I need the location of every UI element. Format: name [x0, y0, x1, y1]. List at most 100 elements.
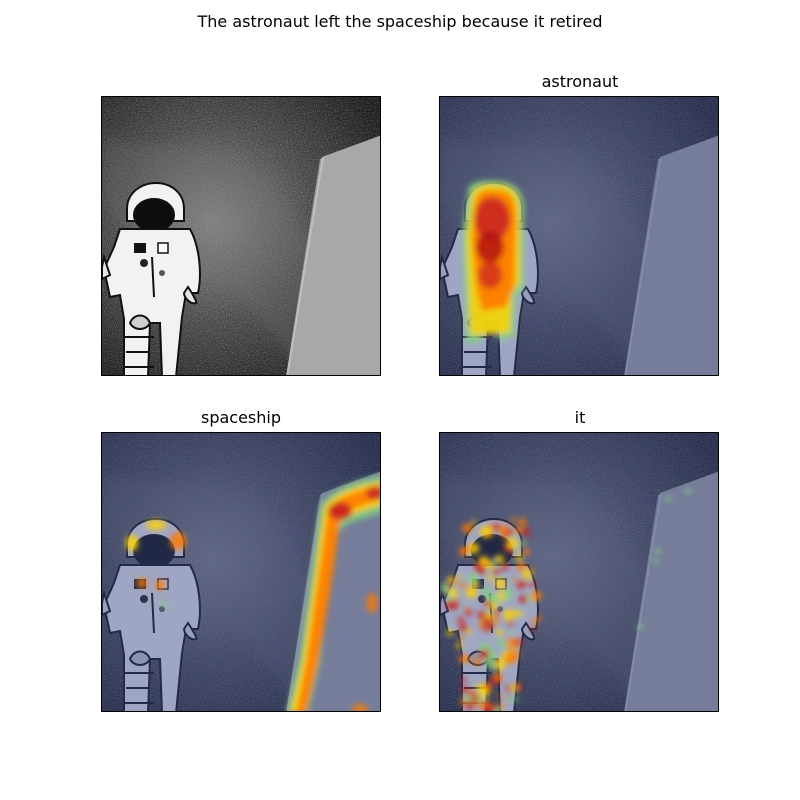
spaceship-heatmap	[102, 433, 380, 711]
attention-speck	[462, 523, 473, 534]
attention-speck	[515, 526, 523, 534]
attention-speck	[491, 558, 497, 564]
figure-title: The astronaut left the spaceship because…	[197, 12, 603, 31]
attention-speck	[460, 686, 469, 695]
attention-speck	[446, 576, 454, 583]
panel-title-it: it	[574, 408, 586, 427]
attention-speck	[505, 652, 517, 665]
attention-speck	[502, 588, 513, 599]
attention-speck	[496, 639, 504, 647]
attention-speck	[516, 582, 523, 589]
attention-speck	[653, 558, 659, 564]
attention-speck	[494, 658, 506, 670]
attention-speck	[518, 594, 528, 604]
attention-speck	[685, 488, 691, 494]
attention-speck	[457, 574, 462, 579]
attention-speck	[529, 581, 536, 588]
attention-speck	[505, 685, 512, 692]
attention-speck	[513, 577, 518, 582]
attention-speck	[480, 689, 489, 698]
attention-speck	[497, 694, 502, 699]
attention-speck	[458, 636, 464, 642]
attention-speck	[494, 554, 504, 564]
attention-speck	[465, 609, 473, 617]
attention-speck	[509, 549, 514, 554]
attention-speck	[485, 684, 491, 690]
attention-speck	[487, 574, 494, 581]
attention-speck	[503, 609, 515, 621]
attention-speck	[492, 523, 501, 532]
attention-speck	[486, 656, 493, 663]
attention-speck	[518, 517, 527, 526]
attention-speck	[457, 617, 465, 624]
attention-speck	[522, 526, 530, 535]
attention-speck	[467, 573, 479, 584]
attention-speck	[460, 654, 470, 664]
attention-speck	[511, 639, 518, 646]
attention-speck	[510, 684, 518, 692]
attention-speck	[531, 566, 536, 571]
attention-speck	[494, 578, 506, 589]
attention-speck	[515, 554, 523, 562]
attention-speck	[665, 496, 671, 502]
panel-title-spaceship: spaceship	[200, 408, 281, 427]
original-image	[102, 97, 381, 376]
attention-speck	[520, 540, 526, 546]
attention-speck	[499, 524, 509, 534]
attention-speck	[489, 533, 494, 538]
attention-speck	[472, 520, 477, 525]
attention-speck	[503, 642, 509, 649]
attention-speck	[474, 562, 484, 572]
panel-original	[101, 96, 381, 376]
attention-speck	[507, 620, 514, 627]
panel-title-astronaut: astronaut	[541, 72, 619, 91]
attention-speck	[465, 587, 477, 599]
attention-speck	[537, 615, 542, 620]
attention-speck	[446, 601, 453, 609]
attention-speck	[477, 610, 487, 620]
attention-speck	[498, 703, 505, 710]
attention-speck	[502, 534, 507, 539]
it-heatmap	[440, 433, 718, 711]
attention-speck	[514, 697, 519, 702]
astronaut-heatmap	[440, 97, 718, 375]
attention-speck	[467, 545, 473, 551]
attention-speck	[530, 590, 542, 602]
attention-speck	[516, 610, 523, 617]
panel-it	[439, 432, 719, 712]
attention-speck	[447, 583, 452, 589]
panel-spaceship	[101, 432, 381, 712]
attention-speck	[459, 546, 469, 557]
attention-speck	[498, 601, 504, 606]
attention-speck	[522, 548, 530, 556]
attention-speck	[492, 568, 500, 576]
attention-speck	[484, 617, 494, 627]
attention-speck	[509, 631, 514, 636]
panel-astronaut	[439, 96, 719, 376]
attention-speck	[452, 579, 458, 584]
attention-speck	[459, 623, 468, 633]
attention-speck	[481, 586, 490, 596]
attention-speck	[496, 629, 503, 637]
attention-speck	[493, 672, 503, 681]
attention-speck	[473, 658, 482, 666]
attention-speck	[486, 593, 495, 602]
attention-speck	[531, 618, 538, 625]
attention-speck	[506, 537, 518, 549]
attention-speck	[511, 646, 517, 652]
attention-speck	[530, 626, 536, 631]
attention-speck	[655, 548, 661, 554]
attention-speck	[461, 677, 467, 683]
attention-speck	[464, 701, 473, 710]
attention-speck	[522, 569, 533, 580]
attention-speck	[447, 594, 454, 602]
attention-speck	[507, 696, 514, 702]
attention-speck	[516, 562, 526, 572]
attention-speck	[500, 563, 509, 571]
attention-speck	[493, 609, 500, 616]
attention-speck	[637, 624, 643, 630]
attention-speck	[460, 582, 466, 589]
attention-speck	[510, 517, 516, 523]
attention-speck	[456, 643, 462, 649]
attention-speck	[446, 629, 454, 636]
